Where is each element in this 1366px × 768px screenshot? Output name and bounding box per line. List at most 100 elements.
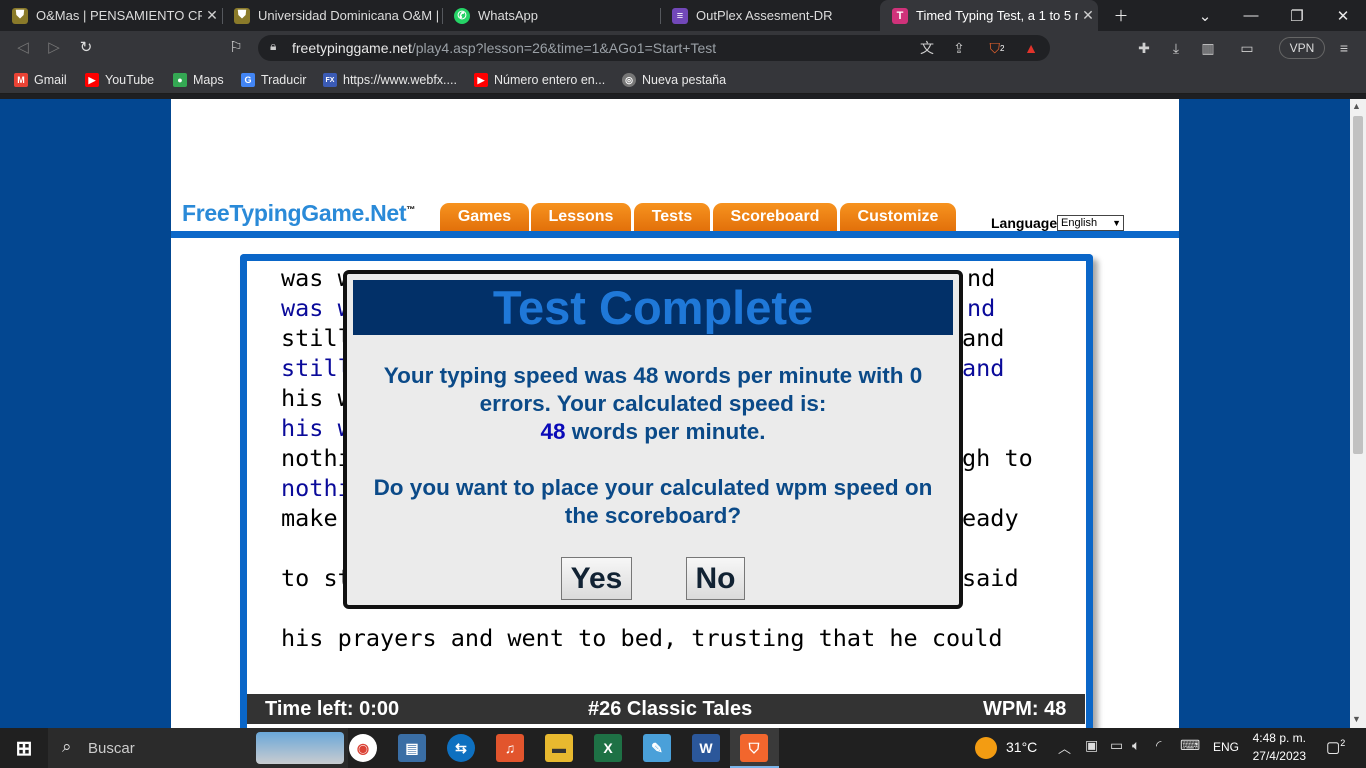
- volume-icon[interactable]: 🔈︎: [1132, 737, 1140, 754]
- browser-tab[interactable]: ✆ WhatsApp: [442, 0, 660, 31]
- notifications-icon[interactable]: ▢2: [1326, 738, 1345, 756]
- paint-icon[interactable]: ✎: [643, 734, 671, 762]
- menu-icon[interactable]: ≡: [1334, 38, 1354, 58]
- weather-sun-icon[interactable]: [975, 737, 997, 759]
- browser-tab[interactable]: ≡ OutPlex Assesment-DR: [660, 0, 878, 31]
- browser-tab[interactable]: ⛊ Universidad Dominicana O&M | Ex: [222, 0, 442, 31]
- menu-lessons[interactable]: Lessons: [531, 203, 631, 231]
- vpn-button[interactable]: VPN: [1279, 37, 1325, 59]
- download-icon[interactable]: ⤓: [1166, 38, 1186, 58]
- taskbar-search[interactable]: ⌕ Buscar: [48, 728, 348, 768]
- speed-value: 48: [540, 419, 566, 444]
- brave-shield-icon[interactable]: ⛉ 2: [987, 38, 1007, 58]
- typing-line-tail: gh to: [962, 444, 1033, 472]
- file-explorer-icon[interactable]: ▬: [545, 734, 573, 762]
- tab-title: O&Mas | PENSAMIENTO CRITIC: [36, 8, 202, 23]
- close-icon[interactable]: ✕: [1078, 7, 1098, 24]
- bookmark-numero[interactable]: ▶ Número entero en...: [474, 70, 605, 90]
- yes-label: Yes: [570, 561, 623, 595]
- notification-count: 2: [1340, 738, 1346, 748]
- excel-icon[interactable]: X: [594, 734, 622, 762]
- browser-tab[interactable]: ⛊ O&Mas | PENSAMIENTO CRITIC ✕: [0, 0, 222, 31]
- close-window-icon[interactable]: ✕: [1320, 0, 1366, 31]
- back-icon[interactable]: ◁: [12, 36, 34, 58]
- extensions-icon[interactable]: ✚: [1134, 38, 1154, 58]
- no-label: No: [695, 561, 736, 595]
- bookmark-webfx[interactable]: FX https://www.webfx....: [323, 70, 457, 90]
- share-icon[interactable]: ⇪: [949, 38, 969, 58]
- menu-underline: [171, 231, 1179, 238]
- logo-tm: ™: [406, 204, 415, 215]
- tray-icon[interactable]: ▣: [1085, 737, 1098, 754]
- no-button[interactable]: No: [686, 557, 745, 600]
- bookmark-icon[interactable]: ⚐: [225, 36, 247, 58]
- sidebar-icon[interactable]: ▥: [1198, 38, 1218, 58]
- language-select[interactable]: English ▼: [1057, 215, 1124, 231]
- bookmark-label: Gmail: [34, 73, 67, 87]
- youtube-icon: ▶: [474, 73, 488, 87]
- new-tab-icon[interactable]: ＋: [1098, 0, 1144, 31]
- menu-label: Tests: [651, 208, 693, 225]
- menu-customize[interactable]: Customize: [840, 203, 956, 231]
- tab-title: OutPlex Assesment-DR: [696, 8, 833, 23]
- typing-line-typed: his w: [281, 414, 352, 442]
- bookmark-label: https://www.webfx....: [343, 73, 457, 87]
- minimize-icon[interactable]: —: [1228, 0, 1274, 31]
- restore-icon[interactable]: ❐: [1274, 0, 1320, 31]
- typing-line: nothi: [281, 444, 352, 472]
- bookmark-label: Número entero en...: [494, 73, 606, 87]
- teamviewer-icon[interactable]: ⇆: [447, 734, 475, 762]
- windows-start-icon[interactable]: ⊞: [10, 734, 38, 762]
- input-language[interactable]: ENG: [1213, 740, 1239, 754]
- browser-tab-active[interactable]: T Timed Typing Test, a 1 to 5 mi ✕: [880, 0, 1098, 31]
- chevron-down-icon[interactable]: ⌄: [1182, 0, 1228, 31]
- bookmark-label: Traducir: [261, 73, 307, 87]
- globe-icon: ◎: [622, 73, 636, 87]
- tray-chevron-icon[interactable]: ︿: [1058, 738, 1071, 757]
- typing-line: his w: [281, 384, 352, 412]
- keyboard-icon[interactable]: ⌨: [1180, 737, 1200, 754]
- brave-rewards-icon[interactable]: ▲: [1021, 38, 1041, 58]
- wallet-icon[interactable]: ▭: [1237, 38, 1257, 58]
- wifi-icon[interactable]: ◜: [1156, 737, 1161, 754]
- bookmark-new-tab[interactable]: ◎ Nueva pestaña: [622, 70, 726, 90]
- chrome-icon[interactable]: ◉: [349, 734, 377, 762]
- bookmark-gmail[interactable]: M Gmail: [14, 70, 67, 90]
- headphones-icon[interactable]: ♫: [496, 734, 524, 762]
- word-icon[interactable]: W: [692, 734, 720, 762]
- bookmark-youtube[interactable]: ▶ YouTube: [85, 70, 154, 90]
- typing-line-typed: nothi: [281, 474, 352, 502]
- menu-scoreboard[interactable]: Scoreboard: [713, 203, 837, 231]
- question-line-2: the scoreboard?: [564, 503, 742, 528]
- menu-tests[interactable]: Tests: [634, 203, 710, 231]
- status-bar: Time left: 0:00 #26 Classic Tales WPM: 4…: [247, 694, 1085, 724]
- bookmark-maps[interactable]: ● Maps: [173, 70, 224, 90]
- scroll-down-icon[interactable]: ▼: [1352, 714, 1361, 724]
- scroll-up-icon[interactable]: ▲: [1352, 101, 1361, 111]
- yes-button[interactable]: Yes: [561, 557, 632, 600]
- time-left: Time left: 0:00: [265, 698, 400, 720]
- menu-games[interactable]: Games: [440, 203, 529, 231]
- reload-icon[interactable]: ↻: [75, 36, 97, 58]
- shield-icon: ⛊: [234, 7, 250, 24]
- site-icon: T: [892, 7, 908, 24]
- language-label: Language: [991, 215, 1058, 231]
- scrollbar-thumb[interactable]: [1353, 116, 1363, 454]
- bookmark-translate[interactable]: G Traducir: [241, 70, 306, 90]
- url-host: freetypinggame.net: [292, 40, 412, 56]
- weather-temp[interactable]: 31°C: [1006, 739, 1037, 755]
- battery-icon[interactable]: ▭: [1110, 737, 1123, 754]
- calculated-speed: 48 words per minute.: [347, 418, 959, 446]
- control-panel-icon[interactable]: ▤: [398, 734, 426, 762]
- result-line-2: errors. Your calculated speed is:: [479, 391, 827, 416]
- clock-date[interactable]: 27/4/2023: [1244, 749, 1306, 763]
- typing-line-typed-tail: and: [962, 354, 1005, 382]
- dialog-title: Test Complete: [353, 280, 953, 335]
- site-logo[interactable]: FreeTypingGame.Net™: [182, 200, 415, 227]
- brave-taskbar-button[interactable]: ⛉: [730, 728, 779, 768]
- clock-time[interactable]: 4:48 p. m.: [1244, 731, 1306, 745]
- translate-icon[interactable]: 文: [917, 38, 937, 58]
- menu-label: Scoreboard: [730, 208, 820, 225]
- close-icon[interactable]: ✕: [202, 7, 222, 24]
- forward-icon[interactable]: ▷: [43, 36, 65, 58]
